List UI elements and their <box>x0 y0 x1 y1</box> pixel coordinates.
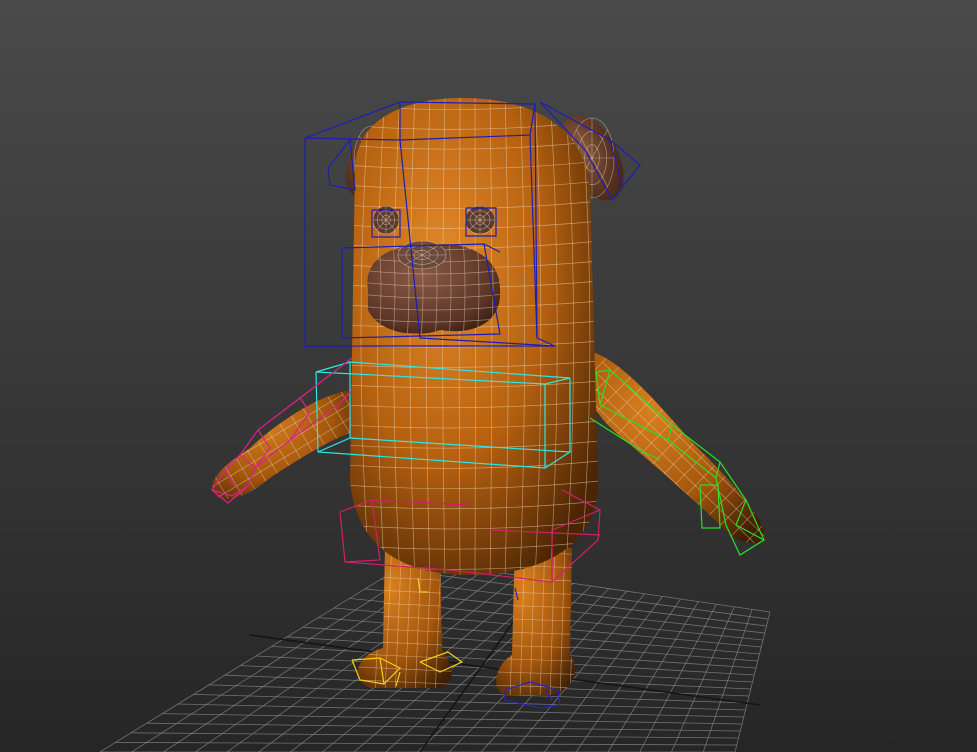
viewport-3d[interactable] <box>0 0 977 752</box>
right-eye[interactable] <box>464 205 496 235</box>
torso[interactable] <box>345 95 607 590</box>
scene-canvas[interactable] <box>0 0 977 752</box>
